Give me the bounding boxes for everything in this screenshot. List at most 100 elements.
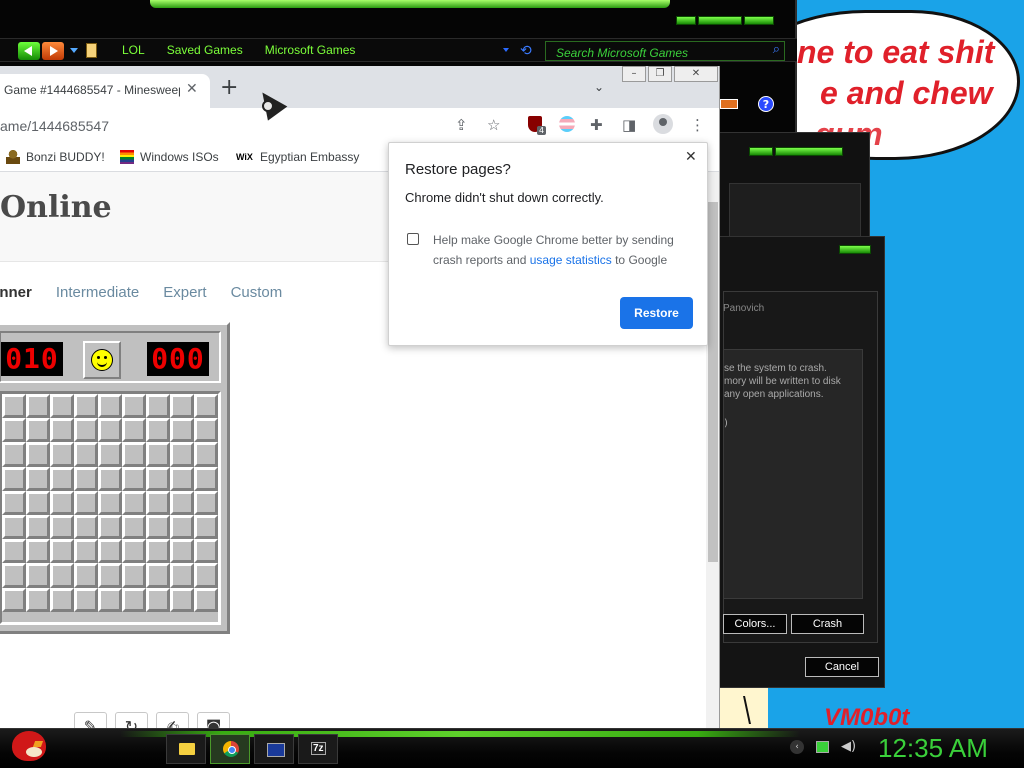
mine-cell[interactable] [74, 490, 98, 515]
mine-cell[interactable] [26, 490, 50, 515]
usage-statistics-link[interactable]: usage statistics [530, 253, 612, 267]
tab-search-icon[interactable]: ⌄ [594, 80, 604, 94]
mine-cell[interactable] [170, 563, 194, 588]
mine-cell[interactable] [194, 587, 218, 612]
mine-cell[interactable] [98, 442, 122, 467]
mine-cell[interactable] [2, 539, 26, 564]
crash-radio-option[interactable]: ) [724, 418, 728, 429]
edit-icon[interactable]: ✍ [156, 712, 189, 728]
bookmark-windows-isos[interactable]: Windows ISOs [120, 150, 219, 164]
mine-cell[interactable] [98, 563, 122, 588]
mine-cell[interactable] [98, 539, 122, 564]
maximize-button[interactable] [698, 16, 742, 25]
mine-cell[interactable] [122, 490, 146, 515]
mine-cell[interactable] [2, 563, 26, 588]
chrome-minimize-button[interactable]: – [622, 66, 646, 82]
mine-cell[interactable] [122, 394, 146, 419]
mine-cell[interactable] [74, 466, 98, 491]
level-beginner[interactable]: ginner [0, 284, 32, 301]
mine-cell[interactable] [194, 514, 218, 540]
mine-cell[interactable] [74, 539, 98, 564]
mine-cell[interactable] [146, 539, 170, 564]
profile-avatar[interactable] [653, 114, 673, 134]
mine-cell[interactable] [98, 587, 122, 612]
cancel-button[interactable]: Cancel [805, 657, 879, 677]
level-expert[interactable]: Expert [163, 284, 206, 301]
mine-cell[interactable] [26, 442, 50, 467]
mine-cell[interactable] [50, 490, 74, 515]
mine-cell[interactable] [98, 466, 122, 491]
level-custom[interactable]: Custom [231, 284, 283, 301]
level-intermediate[interactable]: Intermediate [56, 284, 139, 301]
address-bar[interactable]: ame/1444685547 [0, 118, 109, 134]
menu-kebab-icon[interactable]: ⋮ [690, 117, 705, 133]
share-icon[interactable]: ⇪ [455, 117, 468, 133]
mine-cell[interactable] [194, 563, 218, 588]
mine-cell[interactable] [194, 466, 218, 491]
mine-cell[interactable] [170, 394, 194, 419]
options-icon[interactable] [720, 99, 738, 109]
mine-cell[interactable] [122, 539, 146, 564]
trans-flag-extension-icon[interactable] [559, 116, 575, 132]
mine-cell[interactable] [122, 418, 146, 443]
mine-cell[interactable] [50, 539, 74, 564]
mine-cell[interactable] [26, 514, 50, 540]
search-icon[interactable]: ⌕ [773, 42, 780, 57]
mine-cell[interactable] [26, 466, 50, 491]
mine-cell[interactable] [122, 514, 146, 540]
mine-cell[interactable] [146, 418, 170, 443]
mine-cell[interactable] [146, 442, 170, 467]
mine-cell[interactable] [74, 442, 98, 467]
new-tab-button[interactable]: + [220, 77, 238, 99]
address-dropdown-icon[interactable] [503, 48, 509, 52]
mine-cell[interactable] [2, 394, 26, 419]
chrome-close-button[interactable]: ✕ [674, 66, 718, 82]
mine-cell[interactable] [146, 514, 170, 540]
dialog-min-button[interactable] [749, 147, 773, 156]
restore-button[interactable]: Restore [620, 297, 693, 329]
mine-cell[interactable] [2, 490, 26, 515]
mine-cell[interactable] [50, 418, 74, 443]
mine-cell[interactable] [122, 587, 146, 612]
mine-cell[interactable] [50, 587, 74, 612]
network-icon[interactable] [816, 740, 829, 753]
mine-cell[interactable] [2, 418, 26, 443]
back-button[interactable] [18, 42, 40, 60]
mine-cell[interactable] [50, 442, 74, 467]
bookmark-star-icon[interactable]: ☆ [487, 117, 500, 133]
mine-cell[interactable] [170, 539, 194, 564]
scroll-thumb[interactable] [708, 202, 718, 562]
crash-dialog-close-button[interactable] [839, 245, 871, 254]
crash-report-checkbox[interactable] [407, 233, 419, 245]
mine-cell[interactable] [2, 514, 26, 540]
taskbar-explorer[interactable] [166, 734, 206, 764]
side-panel-icon[interactable]: ◨ [622, 117, 636, 133]
extensions-puzzle-icon[interactable]: ✚ [590, 117, 603, 133]
mine-cell[interactable] [170, 587, 194, 612]
start-button[interactable] [8, 723, 48, 763]
mine-cell[interactable] [194, 418, 218, 443]
tab-close-icon[interactable]: ✕ [186, 81, 198, 97]
mine-cell[interactable] [170, 514, 194, 540]
mine-cell[interactable] [50, 563, 74, 588]
chrome-restore-button[interactable]: ❐ [648, 66, 672, 82]
mine-cell[interactable] [26, 539, 50, 564]
mine-cell[interactable] [170, 490, 194, 515]
close-button[interactable] [744, 16, 774, 25]
camera-icon[interactable]: ◙ [197, 712, 230, 728]
mine-cell[interactable] [170, 442, 194, 467]
wand-icon[interactable]: ✎ [74, 712, 107, 728]
mine-cell[interactable] [26, 587, 50, 612]
mine-cell[interactable] [122, 466, 146, 491]
mine-cell[interactable] [2, 587, 26, 612]
mine-cell[interactable] [74, 394, 98, 419]
mine-cell[interactable] [194, 442, 218, 467]
reset-smiley-button[interactable] [83, 341, 121, 379]
mine-cell[interactable] [26, 394, 50, 419]
bookmark-egyptian-embassy[interactable]: WiX Egyptian Embassy [236, 150, 359, 164]
breadcrumb-lol[interactable]: LOL [122, 43, 145, 57]
help-icon[interactable]: ? [758, 96, 774, 112]
taskbar-window[interactable] [254, 734, 294, 764]
mine-cell[interactable] [74, 563, 98, 588]
mine-cell[interactable] [146, 466, 170, 491]
